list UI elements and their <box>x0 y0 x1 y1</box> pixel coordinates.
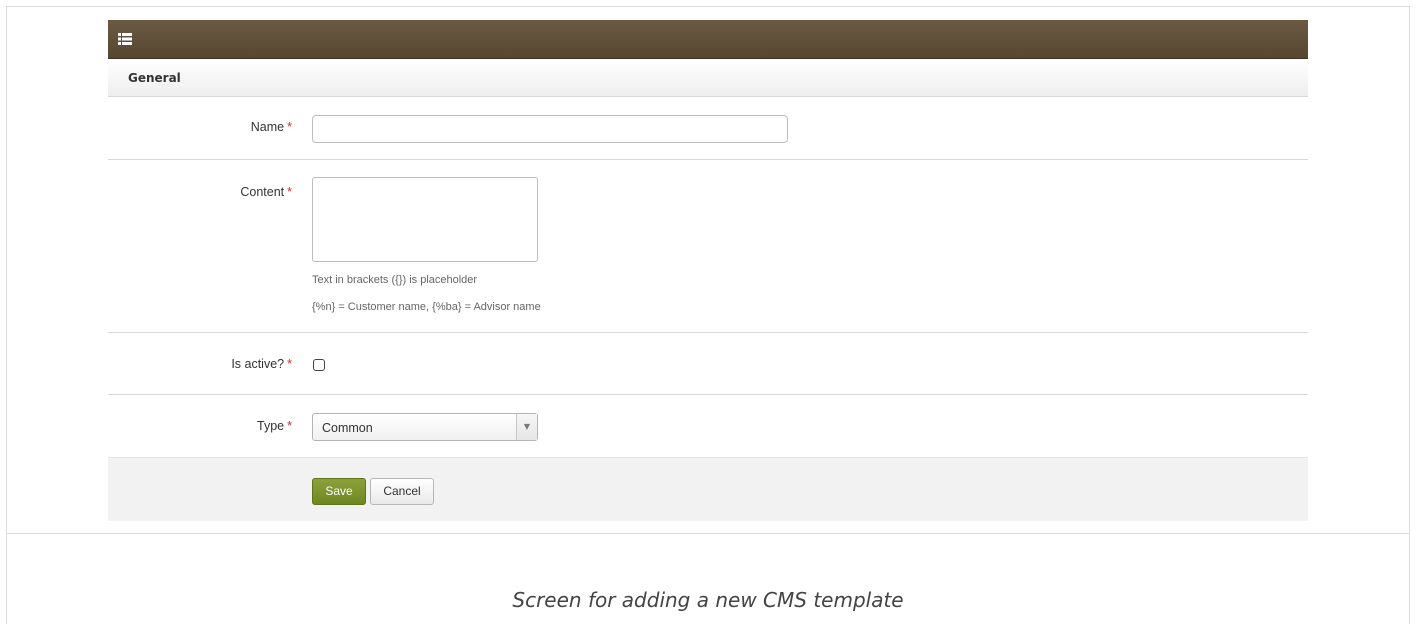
name-label-text: Name <box>250 120 285 134</box>
content-row: Content * Text in brackets ({}) is placeh… <box>108 160 1308 333</box>
required-mark: * <box>287 120 292 134</box>
type-row: Type * Common ▼ <box>108 395 1308 458</box>
is-active-label-text: Is active? <box>231 357 285 371</box>
content-help-variables: {%n} = Customer name, {%ba} = Advisor na… <box>312 301 541 313</box>
is-active-row: Is active? * <box>108 333 1308 395</box>
name-row: Name * <box>108 97 1308 160</box>
template-form-panel: General Name * Content * Text in brackets … <box>108 20 1308 521</box>
content-textarea[interactable] <box>312 177 538 262</box>
name-label: Name * <box>108 120 292 134</box>
caption-divider <box>6 533 1410 534</box>
chevron-down-icon[interactable]: ▼ <box>516 414 537 440</box>
content-label: Content * <box>108 185 292 199</box>
content-help-placeholder: Text in brackets ({}) is placeholder <box>312 274 478 286</box>
cancel-button[interactable]: Cancel <box>370 478 434 505</box>
type-label-text: Type <box>257 419 285 433</box>
type-select[interactable]: Common ▼ <box>312 413 538 441</box>
form-actions: Save Cancel <box>108 458 1308 521</box>
save-button[interactable]: Save <box>312 478 366 505</box>
required-mark: * <box>287 357 292 371</box>
is-active-checkbox[interactable] <box>313 359 325 371</box>
section-title-general: General <box>108 59 1308 97</box>
required-mark: * <box>287 419 292 433</box>
list-icon <box>118 33 132 45</box>
panel-header-bar <box>108 20 1308 59</box>
type-select-value: Common <box>322 421 373 435</box>
required-mark: * <box>287 185 292 199</box>
type-label: Type * <box>108 419 292 433</box>
figure-caption: Screen for adding a new CMS template <box>512 588 904 612</box>
name-input[interactable] <box>312 115 788 143</box>
is-active-label: Is active? * <box>108 357 292 371</box>
content-label-text: Content <box>240 185 285 199</box>
